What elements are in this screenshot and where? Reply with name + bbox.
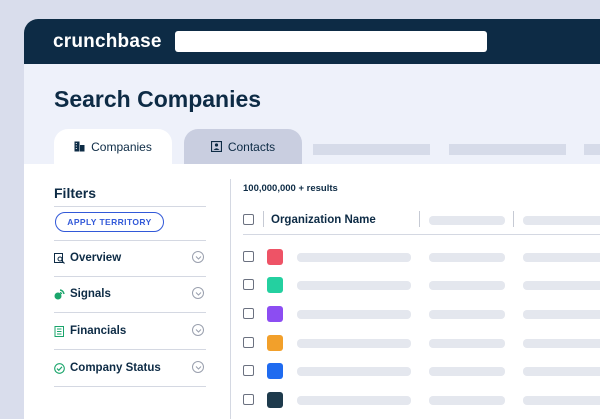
organization-name-placeholder xyxy=(297,310,411,319)
table-row[interactable] xyxy=(243,390,600,410)
chevron-down-icon[interactable] xyxy=(192,287,204,299)
crunchbase-logo[interactable]: crunchbase xyxy=(53,31,162,53)
table-header: Organization Name xyxy=(243,208,600,235)
table-row[interactable] xyxy=(243,247,600,267)
page-title: Search Companies xyxy=(54,86,262,112)
tab-placeholder xyxy=(313,144,430,155)
company-logo xyxy=(267,335,283,351)
cell-placeholder xyxy=(429,339,505,348)
panel-divider xyxy=(230,179,231,419)
row-checkbox[interactable] xyxy=(243,279,254,290)
organization-name-placeholder xyxy=(297,253,411,262)
tab-contacts[interactable]: Contacts xyxy=(184,129,302,164)
divider xyxy=(54,349,206,350)
row-checkbox[interactable] xyxy=(243,251,254,262)
organization-name-placeholder xyxy=(297,367,411,376)
company-logo xyxy=(267,392,283,408)
tab-companies[interactable]: Companies xyxy=(54,129,172,164)
page-header: Search Companies Companies Contacts xyxy=(24,64,600,164)
tab-placeholder xyxy=(584,144,600,155)
chevron-down-icon[interactable] xyxy=(192,324,204,336)
apply-territory-button[interactable]: APPLY TERRITORY xyxy=(55,212,164,232)
company-logo xyxy=(267,306,283,322)
row-checkbox[interactable] xyxy=(243,365,254,376)
chevron-down-icon[interactable] xyxy=(192,251,204,263)
app-window: crunchbase Search Companies Companies Co… xyxy=(24,19,600,419)
cell-placeholder xyxy=(429,367,505,376)
cell-placeholder xyxy=(523,339,600,348)
contact-card-icon xyxy=(210,140,222,153)
divider xyxy=(54,276,206,277)
cell-placeholder xyxy=(523,310,600,319)
signals-icon xyxy=(54,288,65,300)
column-header-organization-name[interactable]: Organization Name xyxy=(271,214,376,226)
tab-label: Contacts xyxy=(227,139,276,154)
global-search-input[interactable] xyxy=(175,31,487,52)
cell-placeholder xyxy=(429,310,505,319)
filters-title: Filters xyxy=(54,185,97,201)
organization-name-placeholder xyxy=(297,396,411,405)
divider xyxy=(54,206,206,207)
company-logo xyxy=(267,277,283,293)
financials-icon xyxy=(54,325,65,337)
column-separator[interactable] xyxy=(263,211,264,227)
column-header-placeholder xyxy=(429,216,505,225)
overview-search-icon xyxy=(54,252,65,264)
table-row[interactable] xyxy=(243,361,600,381)
divider xyxy=(54,240,206,241)
column-separator[interactable] xyxy=(513,211,514,227)
filter-label: Overview xyxy=(70,252,122,264)
chevron-down-icon[interactable] xyxy=(192,361,204,373)
cell-placeholder xyxy=(429,253,505,262)
filter-item-signals[interactable]: Signals xyxy=(54,284,206,304)
organization-name-placeholder xyxy=(297,339,411,348)
cell-placeholder xyxy=(523,396,600,405)
filter-item-company-status[interactable]: Company Status xyxy=(54,358,206,378)
filter-label: Company Status xyxy=(70,362,161,374)
select-all-checkbox[interactable] xyxy=(243,214,254,225)
table-row[interactable] xyxy=(243,333,600,353)
table-row[interactable] xyxy=(243,304,600,324)
company-status-icon xyxy=(54,362,65,374)
cell-placeholder xyxy=(429,396,505,405)
company-logo xyxy=(267,363,283,379)
table-row[interactable] xyxy=(243,275,600,295)
column-separator[interactable] xyxy=(419,211,420,227)
company-logo xyxy=(267,249,283,265)
cell-placeholder xyxy=(523,367,600,376)
filter-item-overview[interactable]: Overview xyxy=(54,248,206,268)
row-checkbox[interactable] xyxy=(243,337,254,348)
filter-label: Financials xyxy=(70,325,127,337)
building-icon xyxy=(74,141,85,152)
tab-label: Companies xyxy=(91,139,152,154)
cell-placeholder xyxy=(429,281,505,290)
results-count: 100,000,000 + results xyxy=(243,183,338,194)
organization-name-placeholder xyxy=(297,281,411,290)
row-checkbox[interactable] xyxy=(243,308,254,319)
top-navbar: crunchbase xyxy=(24,19,600,64)
filter-item-financials[interactable]: Financials xyxy=(54,321,206,341)
cell-placeholder xyxy=(523,253,600,262)
divider xyxy=(54,386,206,387)
cell-placeholder xyxy=(523,281,600,290)
filter-label: Signals xyxy=(70,288,111,300)
divider xyxy=(54,312,206,313)
column-header-placeholder xyxy=(523,216,600,225)
tab-placeholder xyxy=(449,144,566,155)
